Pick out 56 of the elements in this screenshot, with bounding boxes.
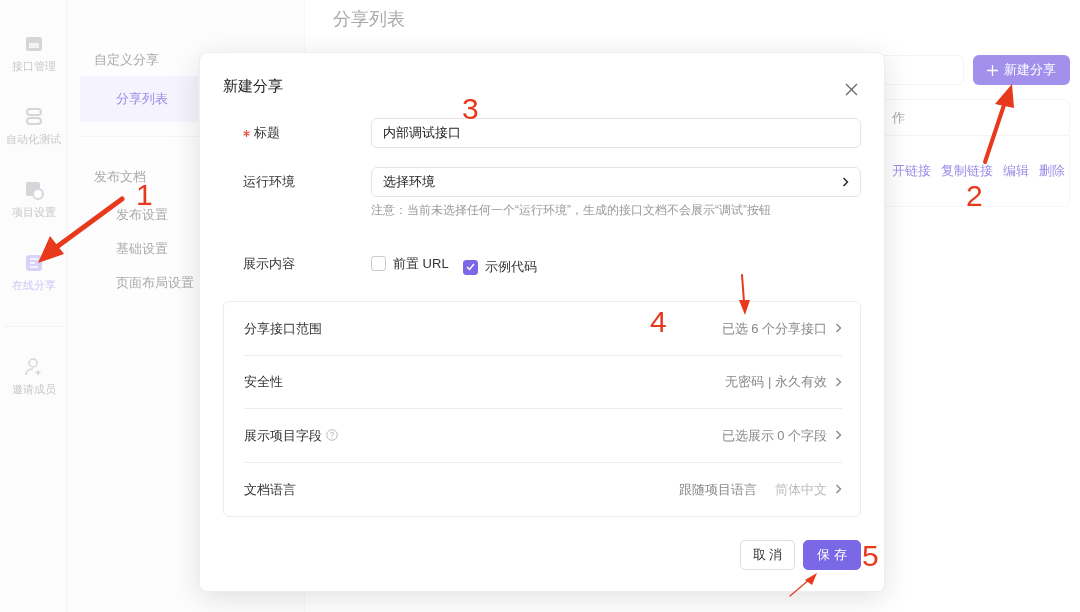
annotation-number: 2 xyxy=(966,179,983,212)
field-label: 标题 xyxy=(254,124,280,140)
annotation-arrow xyxy=(739,274,750,315)
menu-item[interactable]: 分享列表 xyxy=(80,75,198,122)
chevron-icon xyxy=(835,323,842,334)
add-user-icon xyxy=(23,357,44,377)
setting-row[interactable]: 文档语言 跟随项目语言 简体中文 xyxy=(244,462,842,516)
chevron-icon xyxy=(835,430,842,441)
setting-value: 无密码 | 永久有效 xyxy=(725,373,827,391)
share-icon xyxy=(23,253,44,273)
new-share-button[interactable]: 新建分享 xyxy=(973,55,1070,85)
plus-icon xyxy=(987,64,998,76)
field-label: 展示内容 xyxy=(243,255,295,271)
cancel-button[interactable]: 取 消 xyxy=(739,540,796,570)
setting-label: 安全性 xyxy=(244,373,283,391)
menu-item[interactable]: 发布设置 xyxy=(116,204,168,226)
menu-item[interactable]: 页面布局设置 xyxy=(116,272,194,294)
action-link[interactable]: 复制链接 xyxy=(941,161,993,181)
checkbox-box[interactable] xyxy=(462,259,478,275)
hint-text: 注意：当前未选择任何一个“运行环境”，生成的接口文档不会展示“调试”按钮 xyxy=(371,201,772,219)
setting-row[interactable]: 展示项目字段 已选展示 0 个字段 xyxy=(244,409,842,463)
setting-secondary-value: 简体中文 xyxy=(775,480,827,499)
setting-label: 文档语言 xyxy=(244,480,296,499)
setting-value: 跟随项目语言 xyxy=(679,480,757,499)
chevron-icon xyxy=(835,484,842,495)
annotation-number: 4 xyxy=(650,305,667,338)
server-icon xyxy=(23,107,44,127)
save-button[interactable]: 保 存 xyxy=(803,540,861,570)
action-link[interactable]: 编辑 xyxy=(1003,161,1029,181)
chevron-icon xyxy=(835,376,842,387)
gear-icon xyxy=(23,180,44,200)
close-icon[interactable] xyxy=(845,83,858,97)
setting-row[interactable]: 安全性 无密码 | 永久有效 xyxy=(244,355,842,409)
checkbox[interactable]: 示例代码 xyxy=(462,252,537,282)
setting-value: 已选 6 个分享接口 xyxy=(721,319,827,338)
column-header: 作 xyxy=(892,108,905,127)
action-link[interactable]: 删除 xyxy=(1039,161,1065,181)
action-link[interactable]: 开链接 xyxy=(892,161,931,181)
menu-group-title: 自定义分享 xyxy=(93,51,159,69)
chevron-icon xyxy=(842,176,849,187)
checkbox[interactable]: 前置 URL xyxy=(371,248,449,279)
checkbox-box[interactable] xyxy=(371,256,386,271)
environment-select[interactable]: 选择环境 xyxy=(371,166,861,197)
checkbox-label: 前置 URL xyxy=(393,254,449,273)
menu-item[interactable]: 基础设置 xyxy=(116,238,168,260)
dialog-title: 新建分享 xyxy=(223,76,283,96)
calendar-icon xyxy=(23,34,44,54)
field-label: 运行环境 xyxy=(243,173,295,189)
page-title: 分享列表 xyxy=(333,8,405,31)
checkbox-label: 示例代码 xyxy=(484,258,537,276)
setting-label: 展示项目字段 xyxy=(244,426,322,445)
annotation-arrow xyxy=(789,573,817,597)
setting-value: 已选展示 0 个字段 xyxy=(721,426,827,445)
annotation-number: 5 xyxy=(862,539,879,572)
setting-label: 分享接口范围 xyxy=(244,319,322,338)
check-icon xyxy=(465,263,475,271)
